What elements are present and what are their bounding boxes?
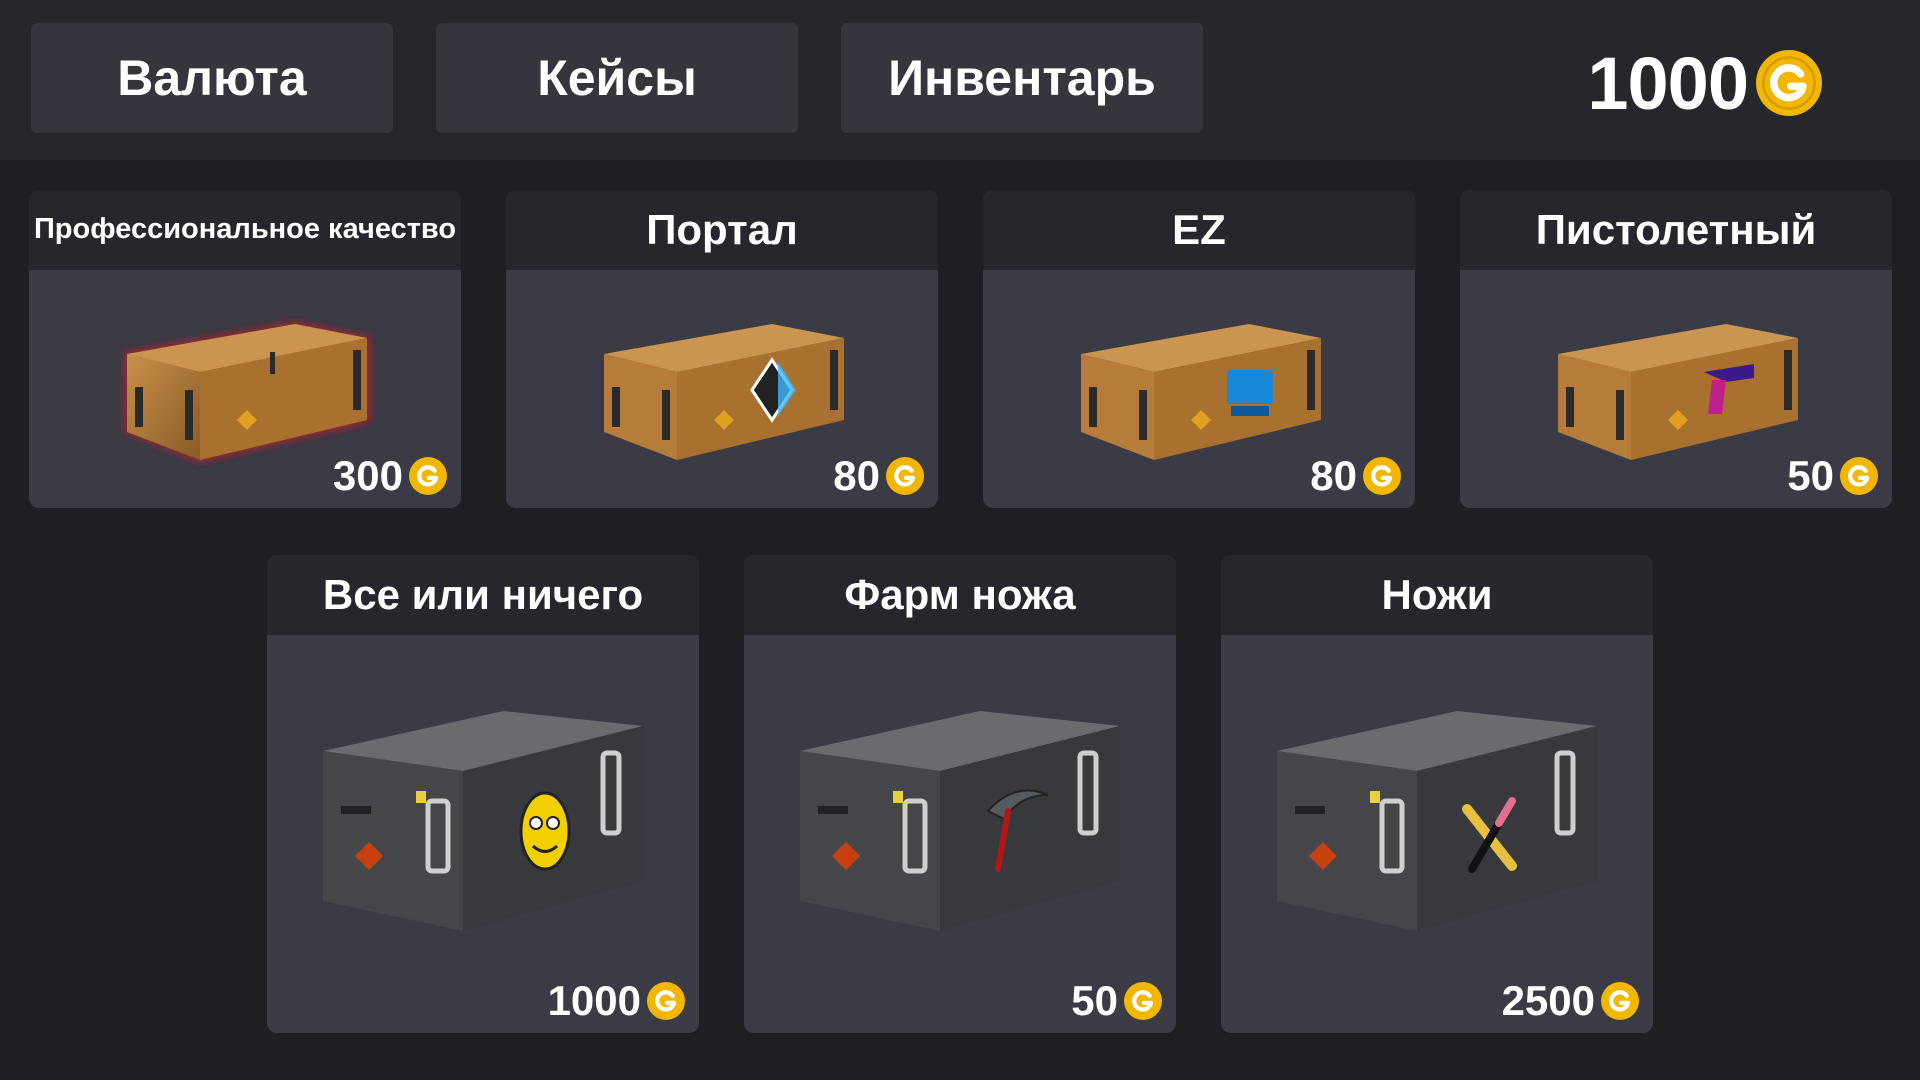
ez-sticker	[1227, 370, 1273, 404]
price-value: 2500	[1501, 977, 1595, 1024]
case-card-pro-quality[interactable]: Профессиональное качество 300	[29, 190, 461, 508]
case-title: Профессиональное качество	[29, 190, 461, 270]
price-value: 80	[1310, 452, 1357, 499]
case-title: Ножи	[1221, 555, 1653, 635]
case-body: 50	[744, 635, 1176, 1033]
case-title: Все или ничего	[267, 555, 699, 635]
case-card-all-or-nothing[interactable]: Все или ничего 1000	[267, 555, 699, 1033]
top-bar: Валюта Кейсы Инвентарь 1000	[0, 0, 1920, 160]
metal-case-icon	[790, 691, 1130, 941]
case-body: 300	[29, 270, 461, 508]
metal-case-icon	[1267, 691, 1607, 941]
wooden-case-icon	[582, 292, 862, 482]
case-title: Пистолетный	[1460, 190, 1892, 270]
nav-currency-button[interactable]: Валюта	[31, 23, 393, 133]
case-card-knife-farm[interactable]: Фарм ножа 50	[744, 555, 1176, 1033]
case-card-knives[interactable]: Ножи 2500	[1221, 555, 1653, 1033]
case-price: 2500	[1502, 977, 1639, 1025]
case-body: 1000	[267, 635, 699, 1033]
coin-icon	[886, 457, 924, 495]
case-body: 2500	[1221, 635, 1653, 1033]
coin-icon	[1756, 50, 1822, 116]
case-card-ez[interactable]: EZ 80	[983, 190, 1415, 508]
case-price: 80	[833, 452, 924, 500]
price-value: 50	[1071, 977, 1118, 1024]
case-card-portal[interactable]: Портал 80	[506, 190, 938, 508]
price-value: 1000	[547, 977, 641, 1024]
case-price: 80	[1310, 452, 1401, 500]
price-value: 80	[833, 452, 880, 499]
case-price: 300	[333, 452, 447, 500]
balance-display: 1000	[1587, 38, 1822, 128]
case-body: 80	[506, 270, 938, 508]
case-body: 50	[1460, 270, 1892, 508]
smiley-face-sticker	[519, 791, 571, 871]
coin-icon	[409, 457, 447, 495]
nav-inventory-button[interactable]: Инвентарь	[841, 23, 1203, 133]
nav-cases-button[interactable]: Кейсы	[436, 23, 798, 133]
price-value: 300	[332, 452, 403, 499]
coin-icon	[1840, 457, 1878, 495]
coin-icon	[647, 982, 685, 1020]
case-body: 80	[983, 270, 1415, 508]
balance-amount: 1000	[1587, 41, 1749, 125]
wooden-case-icon	[1059, 292, 1339, 482]
wooden-case-icon	[1536, 292, 1816, 482]
case-title: EZ	[983, 190, 1415, 270]
coin-icon	[1363, 457, 1401, 495]
case-price: 50	[1071, 977, 1162, 1025]
coin-icon	[1124, 982, 1162, 1020]
coin-icon	[1601, 982, 1639, 1020]
case-title: Портал	[506, 190, 938, 270]
case-price: 50	[1787, 452, 1878, 500]
case-price: 1000	[548, 977, 685, 1025]
case-card-pistol[interactable]: Пистолетный 50	[1460, 190, 1892, 508]
metal-case-icon	[313, 691, 653, 941]
price-value: 50	[1787, 452, 1834, 499]
case-title: Фарм ножа	[744, 555, 1176, 635]
